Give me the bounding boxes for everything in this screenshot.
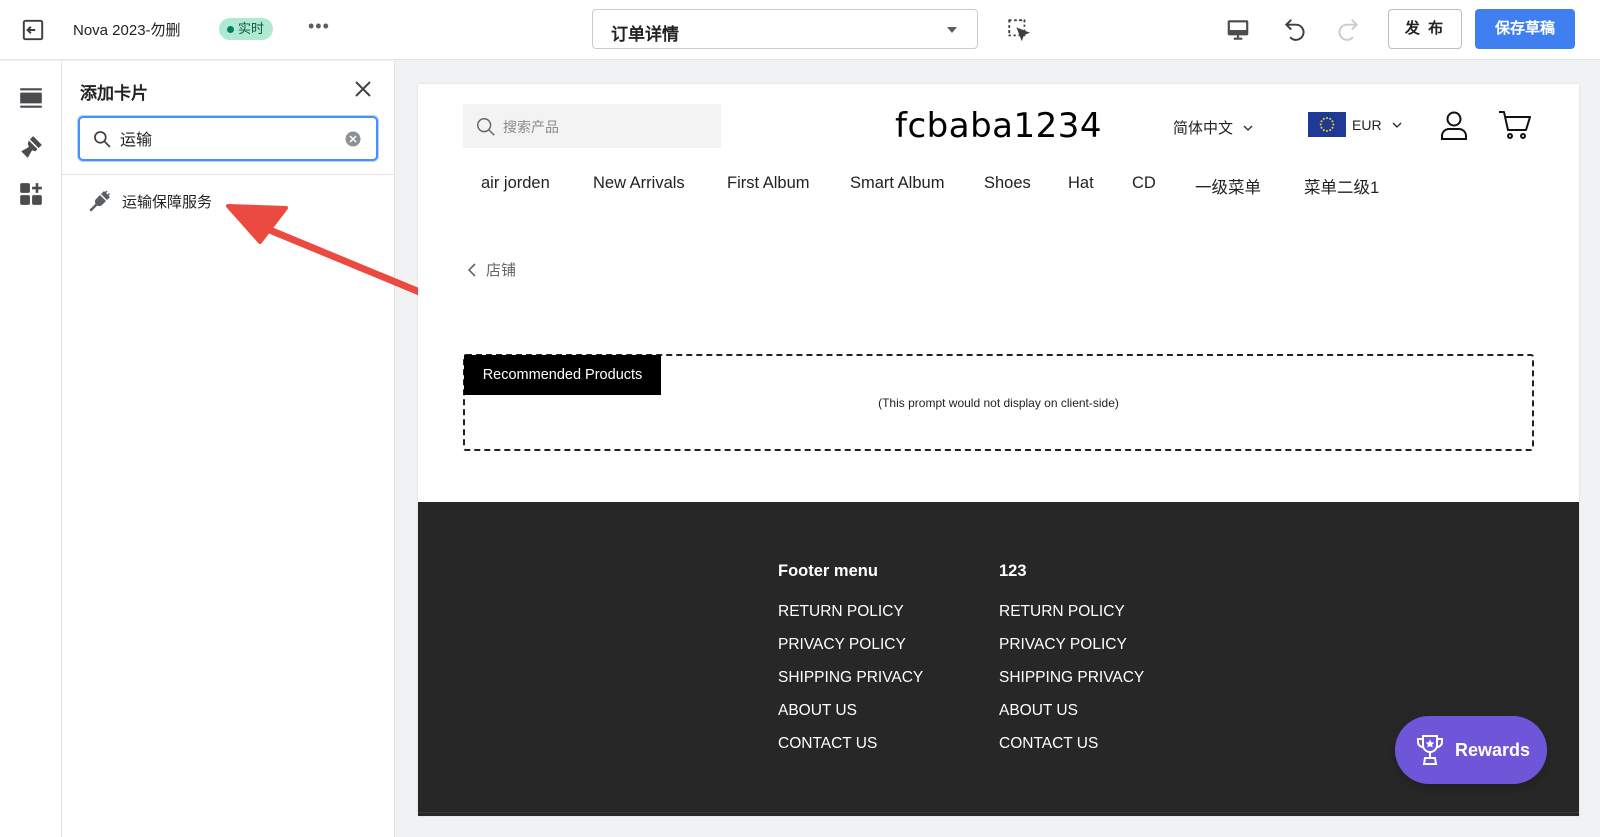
add-card-panel: 添加卡片 运输保障服务 bbox=[62, 61, 395, 837]
divider bbox=[418, 812, 1579, 813]
cart-icon[interactable] bbox=[1498, 109, 1532, 141]
footer-column: Footer menu RETURN POLICY PRIVACY POLICY… bbox=[778, 562, 923, 766]
plug-icon bbox=[89, 190, 110, 212]
footer-link[interactable]: RETURN POLICY bbox=[999, 595, 1144, 628]
left-rail bbox=[0, 61, 62, 837]
account-icon[interactable] bbox=[1438, 109, 1470, 141]
redo-icon[interactable] bbox=[1335, 16, 1361, 42]
panel-title: 添加卡片 bbox=[80, 84, 148, 103]
footer-link[interactable]: CONTACT US bbox=[999, 727, 1144, 760]
storefront-preview: 搜索产品 fcbaba1234 简体中文 EUR air jorden New … bbox=[418, 84, 1579, 816]
caret-down-icon bbox=[947, 27, 957, 33]
nav-item[interactable]: 一级菜单 bbox=[1195, 174, 1261, 198]
store-logo[interactable]: fcbaba1234 bbox=[418, 106, 1579, 146]
page-select-value: 订单详情 bbox=[611, 25, 679, 44]
card-search-field[interactable] bbox=[78, 116, 378, 161]
exit-icon[interactable] bbox=[20, 17, 46, 43]
nav-item[interactable]: air jorden bbox=[481, 174, 550, 193]
publish-button[interactable]: 发 布 bbox=[1388, 9, 1462, 49]
main-nav: air jorden New Arrivals First Album Smar… bbox=[418, 174, 1579, 204]
save-draft-button[interactable]: 保存草稿 bbox=[1475, 9, 1575, 49]
chevron-down-icon bbox=[1392, 122, 1402, 128]
rewards-label: Rewards bbox=[1455, 739, 1531, 760]
nav-item[interactable]: Shoes bbox=[984, 174, 1031, 193]
chevron-down-icon bbox=[1243, 125, 1253, 131]
footer-link[interactable]: SHIPPING PRIVACY bbox=[999, 661, 1144, 694]
editor-only-note: (This prompt would not display on client… bbox=[878, 396, 1119, 410]
footer-link[interactable]: ABOUT US bbox=[999, 694, 1144, 727]
store-name: Nova 2023-勿删 bbox=[73, 22, 181, 39]
apps-add-icon[interactable] bbox=[18, 181, 44, 207]
live-dot-icon bbox=[227, 25, 234, 33]
breadcrumb-back-link[interactable]: 店铺 bbox=[466, 259, 516, 280]
eu-flag-icon bbox=[1308, 112, 1346, 137]
close-icon[interactable] bbox=[352, 78, 374, 100]
breadcrumb-label: 店铺 bbox=[486, 262, 517, 279]
footer-link[interactable]: PRIVACY POLICY bbox=[999, 628, 1144, 661]
nav-item[interactable]: CD bbox=[1132, 174, 1156, 193]
footer-column-title: 123 bbox=[999, 562, 1027, 580]
footer-column: 123 RETURN POLICY PRIVACY POLICY SHIPPIN… bbox=[999, 562, 1144, 766]
currency-select[interactable]: EUR bbox=[1308, 112, 1402, 137]
rewards-button[interactable]: Rewards bbox=[1395, 716, 1547, 784]
trophy-icon bbox=[1417, 735, 1443, 765]
status-badge-label: 实时 bbox=[238, 21, 265, 36]
footer-link[interactable]: ABOUT US bbox=[778, 694, 923, 727]
footer-link[interactable]: SHIPPING PRIVACY bbox=[778, 661, 923, 694]
search-result-label: 运输保障服务 bbox=[122, 193, 213, 211]
nav-item[interactable]: New Arrivals bbox=[593, 174, 685, 193]
footer-link[interactable]: PRIVACY POLICY bbox=[778, 628, 923, 661]
more-actions-button[interactable]: ••• bbox=[308, 17, 332, 41]
inspect-select-icon[interactable] bbox=[1006, 17, 1032, 43]
nav-item[interactable]: Hat bbox=[1068, 174, 1094, 193]
language-select[interactable]: 简体中文 bbox=[1173, 117, 1253, 138]
recommended-products-tab: Recommended Products bbox=[464, 355, 661, 395]
nav-item[interactable]: 菜单二级1 bbox=[1304, 174, 1379, 198]
footer-column-title: Footer menu bbox=[778, 562, 878, 580]
sections-icon[interactable] bbox=[18, 85, 44, 111]
chevron-left-icon bbox=[467, 262, 476, 277]
language-value: 简体中文 bbox=[1173, 120, 1234, 137]
footer-link[interactable]: CONTACT US bbox=[778, 727, 923, 760]
undo-icon[interactable] bbox=[1282, 16, 1308, 42]
desktop-view-icon[interactable] bbox=[1225, 17, 1251, 43]
nav-item[interactable]: Smart Album bbox=[850, 174, 944, 193]
recommended-products-section[interactable]: Recommended Products (This prompt would … bbox=[463, 354, 1534, 451]
divider bbox=[62, 174, 395, 175]
clear-search-icon[interactable] bbox=[344, 130, 362, 148]
search-input[interactable] bbox=[120, 129, 320, 147]
theme-settings-brush-icon[interactable] bbox=[18, 134, 44, 160]
footer-link[interactable]: RETURN POLICY bbox=[778, 595, 923, 628]
currency-value: EUR bbox=[1352, 116, 1382, 133]
nav-item[interactable]: First Album bbox=[727, 174, 810, 193]
page-select[interactable]: 订单详情 bbox=[592, 9, 978, 49]
search-icon bbox=[94, 131, 111, 148]
status-badge: 实时 bbox=[219, 18, 274, 40]
top-bar: Nova 2023-勿删 实时 ••• 订单详情 发 布 保存草稿 bbox=[0, 0, 1600, 60]
